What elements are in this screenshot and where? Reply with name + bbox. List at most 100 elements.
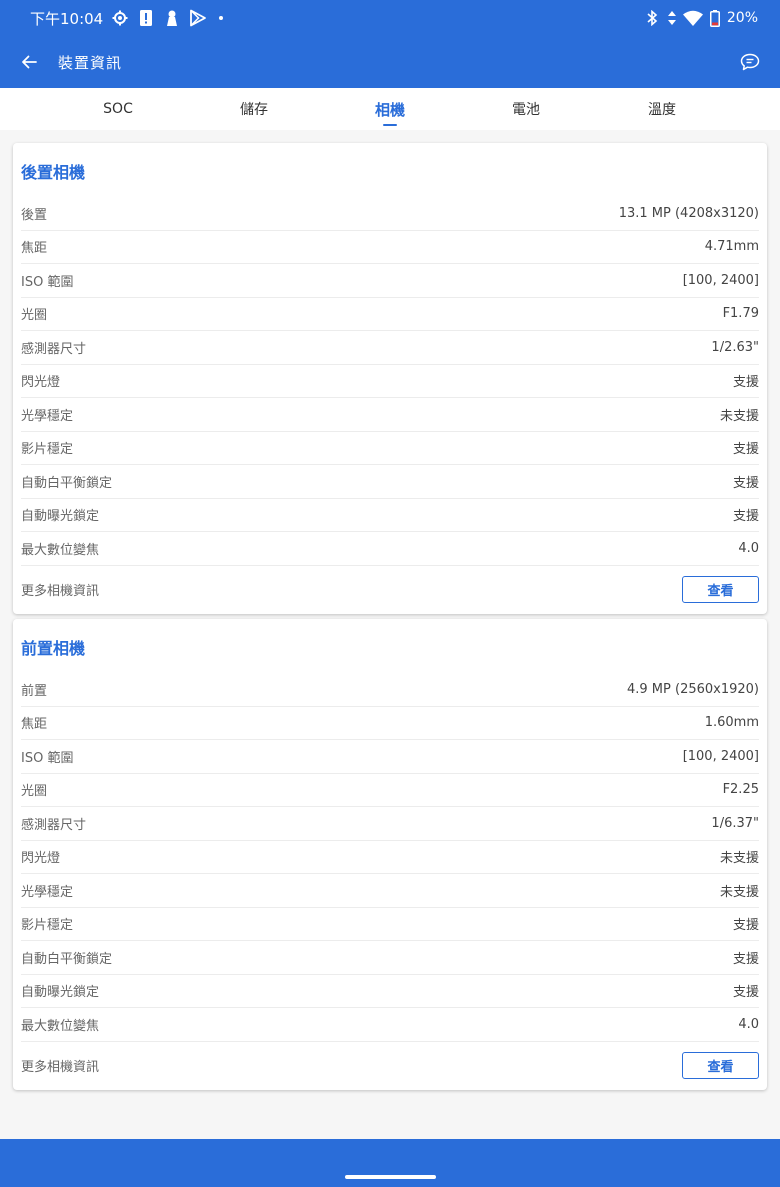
- row-label: 影片穩定: [21, 918, 74, 934]
- table-row: ISO 範圍 [100, 2400]: [21, 264, 759, 298]
- tab-temperature[interactable]: 溫度: [594, 88, 730, 130]
- page-title: 裝置資訊: [58, 53, 123, 72]
- table-row: 閃光燈 支援: [21, 365, 759, 398]
- row-label: 影片穩定: [21, 442, 74, 458]
- table-row: 影片穩定 支援: [21, 432, 759, 465]
- wifi-icon: [682, 9, 703, 27]
- feedback-button[interactable]: [720, 36, 780, 88]
- table-row: 影片穩定 支援: [21, 908, 759, 941]
- view-rear-camera-button[interactable]: 查看: [682, 576, 759, 603]
- row-label: 閃光燈: [21, 851, 61, 867]
- row-label: 感測器尺寸: [21, 817, 87, 833]
- row-label: ISO 範圍: [21, 274, 74, 290]
- row-label: 前置: [21, 683, 48, 699]
- row-label: 焦距: [21, 241, 48, 257]
- row-label: 焦距: [21, 717, 48, 733]
- bluetooth-icon: [643, 9, 661, 27]
- row-label: 感測器尺寸: [21, 341, 87, 357]
- chat-bubble-icon: [740, 53, 760, 71]
- row-value: [100, 2400]: [682, 272, 759, 288]
- more-info-row: 更多相機資訊 查看: [21, 1042, 759, 1090]
- table-row: 閃光燈 未支援: [21, 841, 759, 874]
- table-row: 焦距 4.71mm: [21, 231, 759, 264]
- battery-percent: 20%: [726, 10, 758, 26]
- more-info-row: 更多相機資訊 查看: [21, 566, 759, 614]
- row-value: 未支援: [719, 408, 759, 424]
- row-value: 1/2.63": [711, 339, 759, 355]
- row-value: 支援: [732, 918, 759, 934]
- tab-battery[interactable]: 電池: [458, 88, 594, 130]
- row-value: 支援: [732, 375, 759, 391]
- app-bar: 裝置資訊: [0, 36, 780, 88]
- status-bar: 下午10:04 20%: [0, 0, 780, 36]
- tab-soc[interactable]: SOC: [50, 88, 186, 130]
- row-value: 4.9 MP (2560x1920): [627, 681, 759, 697]
- back-button[interactable]: [0, 36, 58, 88]
- table-row: 光學穩定 未支援: [21, 398, 759, 432]
- settings-gear-icon: [111, 9, 129, 27]
- row-value: [100, 2400]: [682, 748, 759, 764]
- more-info-label: 更多相機資訊: [21, 1060, 100, 1075]
- table-row: 自動曝光鎖定 支援: [21, 499, 759, 532]
- row-label: 閃光燈: [21, 375, 61, 391]
- table-row: 感測器尺寸 1/2.63": [21, 331, 759, 365]
- tab-camera[interactable]: 相機: [322, 88, 458, 130]
- row-label: 自動白平衡鎖定: [21, 951, 113, 967]
- row-label: ISO 範圍: [21, 750, 74, 766]
- row-value: 1.60mm: [704, 715, 759, 731]
- row-label: 光圈: [21, 784, 48, 800]
- card-title: 前置相機: [21, 639, 86, 658]
- row-label: 自動白平衡鎖定: [21, 475, 113, 491]
- rear-camera-card: 後置相機 後置 13.1 MP (4208x3120) 焦距 4.71mm ISO …: [13, 143, 767, 614]
- view-front-camera-button[interactable]: 查看: [682, 1052, 759, 1079]
- row-label: 自動曝光鎖定: [21, 985, 100, 1001]
- row-value: 13.1 MP (4208x3120): [618, 205, 759, 221]
- row-value: 未支援: [719, 851, 759, 867]
- home-indicator[interactable]: [345, 1175, 436, 1179]
- front-camera-card: 前置相機 前置 4.9 MP (2560x1920) 焦距 1.60mm ISO 範…: [13, 619, 767, 1090]
- table-row: 光圈 F1.79: [21, 298, 759, 331]
- card-title: 後置相機: [21, 163, 86, 182]
- table-row: 焦距 1.60mm: [21, 707, 759, 740]
- row-label: 光學穩定: [21, 408, 74, 424]
- back-arrow-icon: [21, 54, 37, 70]
- alert-icon: [137, 9, 155, 27]
- row-label: 光學穩定: [21, 884, 74, 900]
- row-value: 4.0: [738, 540, 759, 556]
- row-label: 自動曝光鎖定: [21, 509, 100, 525]
- table-row: 自動白平衡鎖定 支援: [21, 465, 759, 499]
- table-row: 最大數位變焦 4.0: [21, 532, 759, 566]
- row-value: F1.79: [722, 306, 759, 322]
- table-row: 後置 13.1 MP (4208x3120): [21, 197, 759, 231]
- tab-bar: SOC 儲存 相機 電池 溫度: [0, 88, 780, 130]
- table-row: 自動曝光鎖定 支援: [21, 975, 759, 1008]
- row-label: 最大數位變焦: [21, 1018, 100, 1034]
- row-value: 支援: [732, 985, 759, 1001]
- table-row: 光圈 F2.25: [21, 774, 759, 807]
- table-row: 光學穩定 未支援: [21, 874, 759, 908]
- more-info-label: 更多相機資訊: [21, 584, 100, 599]
- row-label: 最大數位變焦: [21, 542, 100, 558]
- row-value: 未支援: [719, 884, 759, 900]
- row-value: 支援: [732, 442, 759, 458]
- key-icon: [163, 9, 181, 27]
- table-row: 最大數位變焦 4.0: [21, 1008, 759, 1042]
- row-label: 後置: [21, 207, 48, 223]
- play-store-icon: [189, 9, 207, 27]
- table-row: 前置 4.9 MP (2560x1920): [21, 673, 759, 707]
- tab-storage[interactable]: 儲存: [186, 88, 322, 130]
- row-value: 支援: [732, 475, 759, 491]
- row-value: 4.0: [738, 1016, 759, 1032]
- row-value: 1/6.37": [711, 815, 759, 831]
- row-value: 支援: [732, 509, 759, 525]
- data-arrows-icon: [667, 9, 677, 27]
- status-time: 下午10:04: [30, 9, 104, 28]
- row-value: F2.25: [722, 782, 759, 798]
- battery-icon: [709, 9, 721, 27]
- navigation-bar: [0, 1139, 780, 1187]
- row-value: 4.71mm: [704, 239, 759, 255]
- row-value: 支援: [732, 951, 759, 967]
- table-row: 感測器尺寸 1/6.37": [21, 807, 759, 841]
- row-label: 光圈: [21, 308, 48, 324]
- table-row: 自動白平衡鎖定 支援: [21, 941, 759, 975]
